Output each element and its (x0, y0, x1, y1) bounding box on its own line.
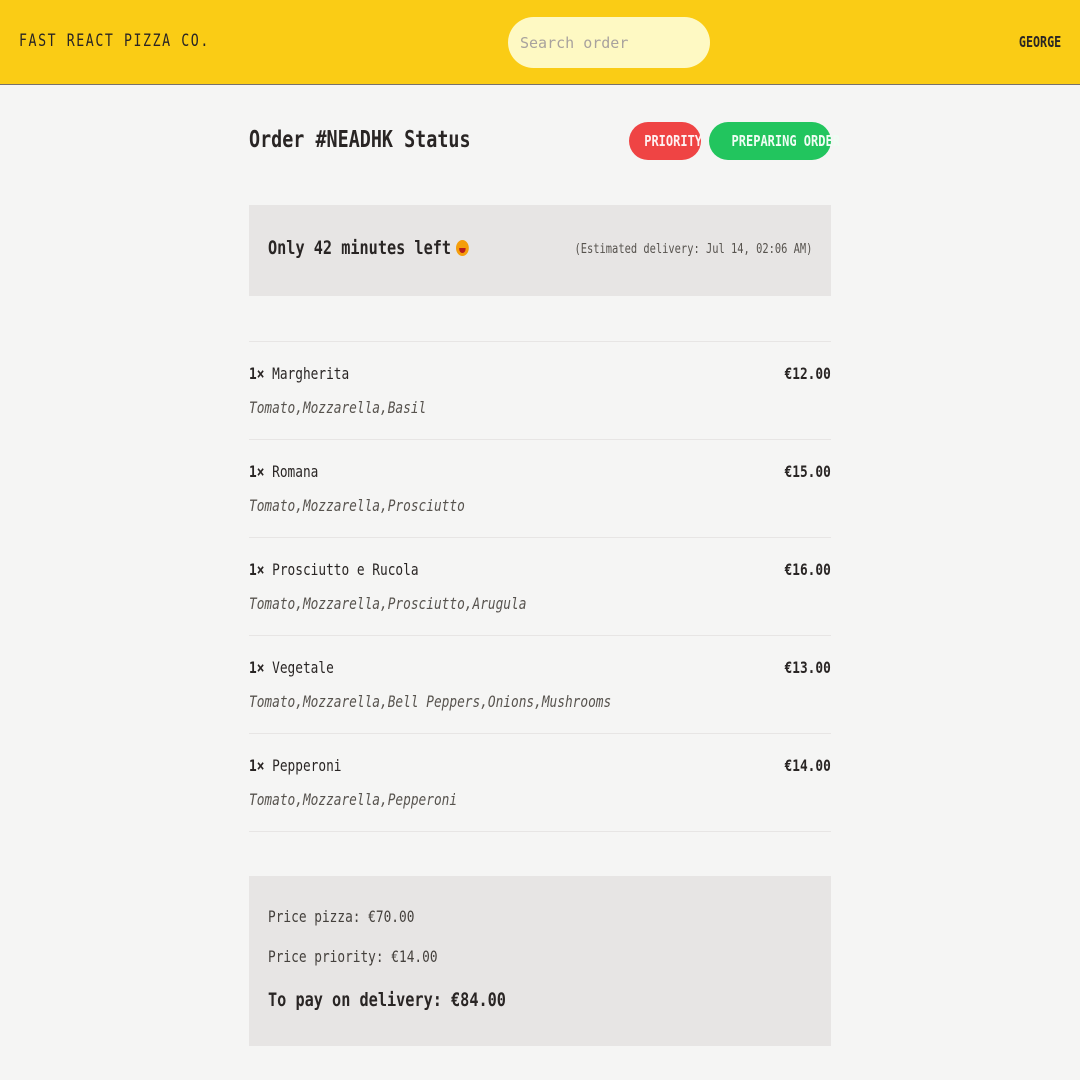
item-name: Vegetale (272, 658, 334, 677)
order-items-list: 1× Margherita €12.00 Tomato,Mozzarella,B… (249, 341, 831, 832)
item-quantity: 1× (249, 560, 265, 579)
search-order-input[interactable] (508, 17, 710, 68)
delivery-eta-panel: Only 42 minutes left (Estimated delivery… (249, 205, 831, 296)
page-title: Order #NEADHK Status (249, 127, 471, 153)
logo-link[interactable]: FAST REACT PIZZA CO. (19, 31, 210, 51)
item-name: Margherita (272, 364, 350, 383)
item-quantity: 1× (249, 658, 265, 677)
list-item: 1× Vegetale €13.00 Tomato,Mozzarella,Bel… (249, 636, 831, 734)
price-pizza: Price pizza: €70.00 (268, 907, 415, 926)
item-price: €16.00 (784, 560, 831, 579)
item-quantity: 1× (249, 756, 265, 775)
item-price: €12.00 (784, 364, 831, 383)
item-ingredients: Tomato,Mozzarella,Prosciutto,Arugula (249, 594, 527, 613)
item-name: Pepperoni (272, 756, 342, 775)
app-header: FAST REACT PIZZA CO. GEORGE (0, 0, 1080, 85)
item-price: €13.00 (784, 658, 831, 677)
item-price: €15.00 (784, 462, 831, 481)
list-item: 1× Prosciutto e Rucola €16.00 Tomato,Moz… (249, 538, 831, 636)
item-ingredients: Tomato,Mozzarella,Bell Peppers,Onions,Mu… (249, 692, 612, 711)
status-badge: PREPARING ORDER (709, 122, 840, 160)
item-ingredients: Tomato,Mozzarella,Basil (249, 398, 427, 417)
price-priority: Price priority: €14.00 (268, 947, 438, 966)
username: GEORGE (1018, 33, 1061, 51)
list-item: 1× Margherita €12.00 Tomato,Mozzarella,B… (249, 342, 831, 440)
item-quantity: 1× (249, 462, 265, 481)
list-item: 1× Romana €15.00 Tomato,Mozzarella,Prosc… (249, 440, 831, 538)
priority-badge: PRIORITY (629, 122, 702, 160)
item-ingredients: Tomato,Mozzarella,Pepperoni (249, 790, 458, 809)
status-badges: PRIORITY PREPARING ORDER (629, 122, 840, 160)
item-ingredients: Tomato,Mozzarella,Prosciutto (249, 496, 465, 515)
list-item: 1× Pepperoni €14.00 Tomato,Mozzarella,Pe… (249, 734, 831, 832)
total-to-pay: To pay on delivery: €84.00 (268, 989, 506, 1011)
grinning-face-emoji-icon (455, 240, 469, 256)
estimated-delivery: (Estimated delivery: Jul 14, 02:06 AM) (574, 242, 812, 257)
time-left-text: Only 42 minutes left (268, 237, 452, 259)
item-name: Romana (272, 462, 319, 481)
item-price: €14.00 (784, 756, 831, 775)
item-quantity: 1× (249, 364, 265, 383)
time-left: Only 42 minutes left (268, 237, 469, 259)
price-summary-panel: Price pizza: €70.00 Price priority: €14.… (249, 876, 831, 1046)
item-name: Prosciutto e Rucola (272, 560, 419, 579)
